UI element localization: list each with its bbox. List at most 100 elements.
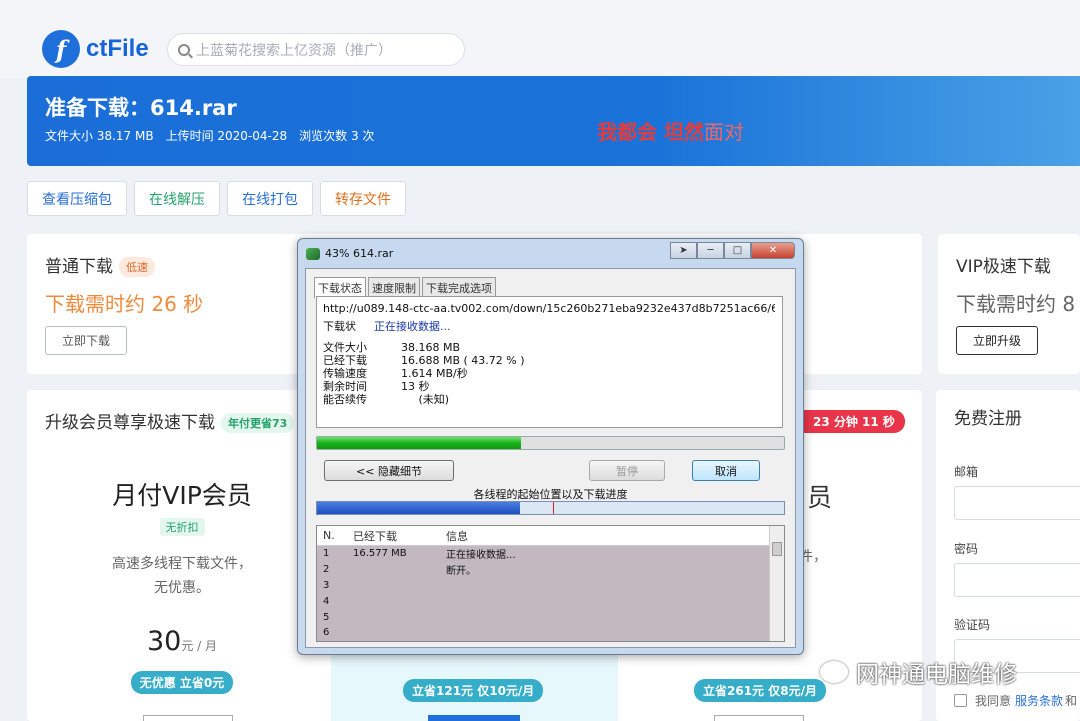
plan-monthly: 月付VIP会员 无折扣 高速多线程下载文件， 无优惠。 30元 / 月 无优惠 … <box>67 476 297 694</box>
yearly-save-badge: 年付更省73 <box>221 413 295 433</box>
online-extract-button[interactable]: 在线解压 <box>134 181 220 216</box>
hide-details-button[interactable]: << 隐藏细节 <box>324 460 454 481</box>
normal-download-label: 普通下载 <box>45 257 113 277</box>
low-speed-badge: 低速 <box>119 257 155 277</box>
download-progress-bar <box>316 436 785 450</box>
col-info[interactable]: 信息 <box>446 528 784 544</box>
plan3-button-edge[interactable] <box>714 715 804 721</box>
maximize-icon[interactable]: □ <box>724 242 751 259</box>
list-scrollbar[interactable] <box>769 526 784 641</box>
row-number: 1 <box>323 548 330 560</box>
thread-list: N. 已经下载 信息 1 16.577 MB 正在接收数据... 2 断开。 3 4 … <box>316 525 785 642</box>
table-row[interactable]: 3 <box>317 578 784 594</box>
download-url: http://u089.148-ctc-aa.tv002.com/down/15… <box>323 302 775 315</box>
plan-price: 30元 / 月 <box>67 626 297 657</box>
plan2-save-pill[interactable]: 立省121元 仅10元/月 <box>403 679 544 702</box>
upgrade-now-button[interactable]: 立即升级 <box>956 326 1038 355</box>
slogan-part-2: 面对 <box>703 120 744 144</box>
watermark-text: 网神通电脑维修 <box>856 662 1017 688</box>
info-key: 能否续传 <box>323 393 367 406</box>
plan1-button-edge[interactable] <box>143 715 233 721</box>
agree-checkbox[interactable] <box>954 694 967 707</box>
thread-progress-fill <box>317 502 521 514</box>
row-info: 正在接收数据... <box>446 550 516 562</box>
status-label: 下载状 <box>323 320 356 333</box>
captcha-label: 验证码 <box>954 618 991 632</box>
search-icon <box>178 43 190 56</box>
download-info: http://u089.148-ctc-aa.tv002.com/down/15… <box>316 296 783 428</box>
register-title: 免费注册 <box>954 409 1022 429</box>
dialog-body: 下载状态 速度限制 下载完成选项 http://u089.148-ctc-aa.… <box>305 268 796 648</box>
table-row[interactable]: 4 <box>317 593 784 609</box>
password-field[interactable] <box>954 563 1080 597</box>
download-progress-fill <box>317 437 522 449</box>
plan-desc-line: 高速多线程下载文件， <box>112 556 252 572</box>
price-value: 30 <box>146 626 182 657</box>
table-row[interactable]: 2 断开。 <box>317 562 784 578</box>
table-row[interactable]: 6 <box>317 625 784 641</box>
col-downloaded[interactable]: 已经下载 <box>353 528 446 544</box>
dialog-title-bar[interactable]: 43% 614.rar <box>306 247 393 260</box>
online-pack-button[interactable]: 在线打包 <box>227 181 313 216</box>
search-input[interactable]: 上蓝菊花搜索上亿资源（推广） <box>167 33 465 66</box>
dialog-buttons: << 隐藏细节 暂停 取消 <box>306 460 795 482</box>
row-number: 4 <box>323 595 330 607</box>
thread-start-marker <box>553 502 554 514</box>
agree-label: 我同意 <box>975 694 1012 708</box>
info-value: (未知) <box>401 393 450 406</box>
info-row: 剩余时间 13 秒 <box>323 380 776 393</box>
normal-download-time: 下载需时约 26 秒 <box>45 292 204 316</box>
col-number[interactable]: N. <box>317 529 353 542</box>
table-row[interactable]: 1 16.577 MB 正在接收数据... <box>317 546 784 562</box>
info-key: 文件大小 <box>323 341 367 354</box>
thread-progress-bar <box>316 501 785 515</box>
top-bar: f ctFile 上蓝菊花搜索上亿资源（推广） <box>0 0 1080 78</box>
row-number: 3 <box>323 579 330 591</box>
info-value: 38.168 MB <box>401 341 461 354</box>
logo[interactable]: f ctFile <box>42 30 149 68</box>
upgrade-title-label: 升级会员尊享极速下载 <box>45 413 215 433</box>
banner-slogan: 我都会 坦然面对 <box>597 116 744 145</box>
pause-button[interactable]: 暂停 <box>589 460 665 481</box>
agree-row: 我同意 服务条款 和 <box>954 692 1077 709</box>
plan-desc-line: 无优惠。 <box>154 580 210 596</box>
countdown-badge: 23 分钟 11 秒 <box>803 410 905 433</box>
info-key: 剩余时间 <box>323 380 367 393</box>
status-row: 下载状 正在接收数据... <box>323 318 776 334</box>
plan3-save-pill[interactable]: 立省261元 仅8元/月 <box>694 679 826 702</box>
download-dialog: 43% 614.rar ➤ ─ □ ✕ 下载状态 速度限制 下载完成选项 htt… <box>297 238 804 655</box>
info-row: 能否续传 (未知) <box>323 393 776 406</box>
close-icon[interactable]: ✕ <box>751 242 795 259</box>
row-info: 断开。 <box>446 566 476 578</box>
normal-download-title: 普通下载 低速 <box>45 252 155 277</box>
thread-caption: 各线程的起始位置以及下载进度 <box>473 488 628 501</box>
upgrade-title: 升级会员尊享极速下载 年付更省73 <box>45 408 295 433</box>
thread-list-header: N. 已经下载 信息 <box>317 526 784 546</box>
watermark: 网神通电脑维修 <box>820 655 1017 689</box>
cancel-button[interactable]: 取消 <box>692 460 760 481</box>
plan2-button-edge[interactable] <box>428 715 520 721</box>
price-unit: 元 / 月 <box>181 639 218 653</box>
slogan-part-1: 我都会 坦然 <box>597 120 704 144</box>
vip-download-title: VIP极速下载 <box>956 257 1051 277</box>
logo-text: ctFile <box>86 35 149 62</box>
save-file-button[interactable]: 转存文件 <box>320 181 406 216</box>
plan-save-pill[interactable]: 无优惠 立省0元 <box>130 671 234 694</box>
table-row[interactable]: 5 <box>317 609 784 625</box>
send-to-tray-icon[interactable]: ➤ <box>670 242 697 259</box>
wechat-icon <box>820 661 848 683</box>
email-label: 邮箱 <box>954 465 979 479</box>
view-archive-button[interactable]: 查看压缩包 <box>27 181 127 216</box>
plan-name: 月付VIP会员 <box>112 481 252 510</box>
info-row: 文件大小 38.168 MB <box>323 341 776 354</box>
download-now-button[interactable]: 立即下载 <box>45 326 127 355</box>
info-value: 1.614 MB/秒 <box>401 367 468 380</box>
info-value: 16.688 MB ( 43.72 % ) <box>401 354 525 367</box>
terms-link[interactable]: 服务条款 <box>1015 692 1063 709</box>
minimize-icon[interactable]: ─ <box>697 242 724 259</box>
file-actions: 查看压缩包 在线解压 在线打包 转存文件 <box>27 181 406 216</box>
password-label: 密码 <box>954 542 979 556</box>
scrollbar-thumb[interactable] <box>772 542 782 556</box>
vip-download-panel: VIP极速下载 下载需时约 8 立即升级 <box>938 234 1080 374</box>
email-field[interactable] <box>954 486 1080 520</box>
